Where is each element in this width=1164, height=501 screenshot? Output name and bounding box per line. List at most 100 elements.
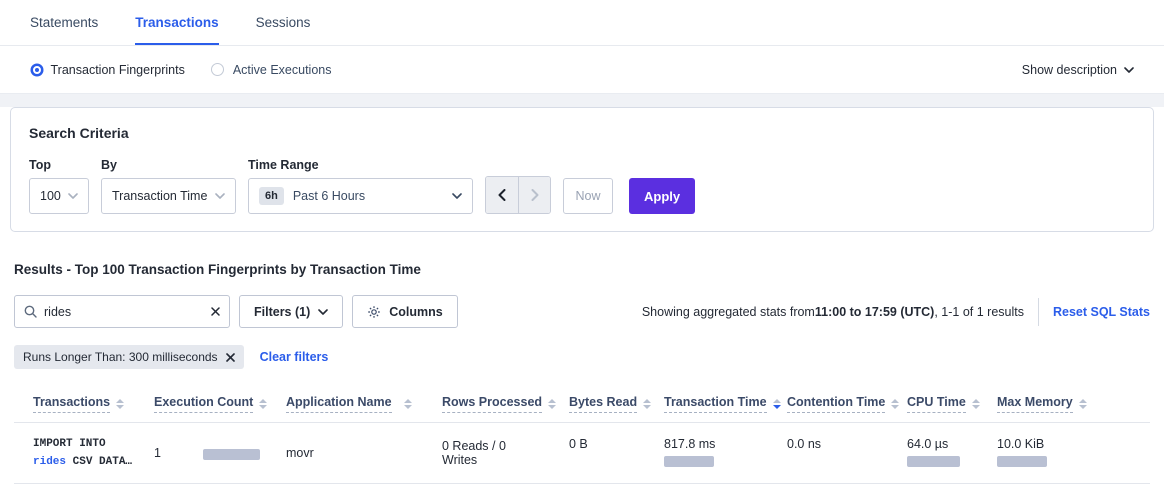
column-header-rows-processed[interactable]: Rows Processed: [424, 386, 551, 422]
column-header-transaction-time[interactable]: Transaction Time: [646, 386, 769, 422]
column-header-bytes-read[interactable]: Bytes Read: [551, 386, 646, 422]
cpu-time-value: 64.0 µs: [907, 437, 948, 451]
column-header-max-memory[interactable]: Max Memory: [979, 386, 1085, 422]
by-select-value: Transaction Time: [112, 189, 215, 203]
results-table: Transactions Execution Count Application…: [14, 386, 1150, 484]
radio-transaction-fingerprints[interactable]: Transaction Fingerprints: [30, 63, 185, 77]
time-range-select[interactable]: 6h Past 6 Hours: [248, 178, 473, 214]
table-header-row: Transactions Execution Count Application…: [14, 386, 1150, 423]
column-header-transactions[interactable]: Transactions: [14, 386, 136, 422]
chevron-down-icon: [318, 309, 328, 315]
tab-sessions[interactable]: Sessions: [256, 0, 311, 45]
bytes-read-value: 0 B: [569, 437, 588, 451]
clear-search-icon[interactable]: [211, 307, 220, 316]
cell-cpu-time: 64.0 µs: [889, 423, 979, 467]
column-header-application-name[interactable]: Application Name: [268, 386, 424, 422]
search-icon: [24, 305, 37, 318]
cpu-time-bar: [907, 456, 960, 467]
time-range-label: Time Range: [248, 158, 473, 172]
radio-unselected-icon: [211, 63, 224, 76]
execution-count-value: 1: [154, 446, 161, 460]
time-back-button[interactable]: [486, 177, 518, 213]
cell-transaction-fingerprint[interactable]: IMPORT INTO rides CSV DATA…: [14, 435, 136, 471]
filters-button[interactable]: Filters (1): [239, 295, 343, 328]
sort-icon: [116, 399, 124, 409]
gear-icon: [367, 305, 381, 319]
sort-icon: [404, 399, 412, 409]
clear-filters-link[interactable]: Clear filters: [260, 350, 329, 364]
transaction-time-bar: [664, 456, 714, 467]
top-field: Top 100: [29, 158, 89, 214]
by-select[interactable]: Transaction Time: [101, 178, 236, 214]
by-label: By: [101, 158, 236, 172]
column-header-contention-time[interactable]: Contention Time: [769, 386, 889, 422]
time-range-value: Past 6 Hours: [293, 189, 452, 203]
filter-chip: Runs Longer Than: 300 milliseconds: [14, 345, 244, 369]
cell-application-name: movr: [268, 446, 424, 460]
time-range-pager: [485, 176, 551, 214]
radio-selected-icon: [33, 66, 41, 74]
search-criteria-card: Search Criteria Top 100 By Transaction T…: [10, 107, 1154, 232]
active-filters-row: Runs Longer Than: 300 milliseconds Clear…: [14, 345, 1150, 369]
results-controls: Filters (1) Columns Showing aggregated s…: [14, 295, 1150, 328]
max-memory-value: 10.0 KiB: [997, 437, 1044, 451]
tab-transactions[interactable]: Transactions: [135, 0, 218, 45]
reset-sql-stats-link[interactable]: Reset SQL Stats: [1053, 305, 1150, 319]
search-box[interactable]: [14, 295, 230, 328]
stats-count: , 1-1 of 1 results: [934, 305, 1024, 319]
cell-contention-time: 0.0 ns: [769, 423, 889, 451]
cell-max-memory: 10.0 KiB: [979, 423, 1085, 467]
cell-rows-processed: 0 Reads / 0 Writes: [424, 439, 551, 467]
show-description-toggle[interactable]: Show description: [1022, 63, 1134, 77]
contention-time-value: 0.0 ns: [787, 437, 821, 451]
sql-line2-rest: CSV DATA…: [66, 456, 132, 468]
columns-label: Columns: [389, 305, 442, 319]
time-forward-button[interactable]: [518, 177, 550, 213]
top-label: Top: [29, 158, 89, 172]
chevron-down-icon: [1124, 67, 1134, 73]
search-criteria-title: Search Criteria: [29, 125, 1135, 141]
by-field: By Transaction Time: [101, 158, 236, 214]
results-heading: Results - Top 100 Transaction Fingerprin…: [14, 262, 1150, 277]
chevron-down-icon: [215, 193, 225, 199]
column-header-cpu-time[interactable]: CPU Time: [889, 386, 979, 422]
show-description-label: Show description: [1022, 63, 1117, 77]
table-row[interactable]: IMPORT INTO rides CSV DATA… 1 movr 0 Rea…: [14, 423, 1150, 484]
cell-transaction-time: 817.8 ms: [646, 423, 769, 467]
page-tabs: Statements Transactions Sessions: [0, 0, 1164, 46]
stats-prefix: Showing aggregated stats from: [642, 305, 815, 319]
sort-icon: [259, 399, 267, 409]
filters-label: Filters (1): [254, 305, 310, 319]
vertical-divider: [1038, 298, 1039, 326]
chevron-down-icon: [452, 193, 462, 199]
top-select[interactable]: 100: [29, 178, 89, 214]
tab-statements[interactable]: Statements: [30, 0, 98, 45]
column-header-execution-count[interactable]: Execution Count: [136, 386, 268, 422]
stats-range: 11:00 to 17:59 (UTC): [815, 305, 934, 319]
max-memory-bar: [997, 456, 1047, 467]
rows-processed-value: 0 Reads / 0 Writes: [442, 439, 506, 467]
application-name-value: movr: [286, 446, 314, 460]
radio-label: Active Executions: [233, 63, 332, 77]
search-input[interactable]: [44, 305, 211, 319]
radio-active-executions[interactable]: Active Executions: [211, 63, 332, 77]
view-toggle-bar: Transaction Fingerprints Active Executio…: [0, 46, 1164, 94]
remove-filter-icon[interactable]: [226, 353, 235, 362]
sql-keyword-match: rides: [33, 456, 66, 468]
cell-execution-count: 1: [136, 446, 268, 460]
apply-button[interactable]: Apply: [629, 178, 695, 214]
radio-label: Transaction Fingerprints: [51, 63, 185, 77]
sql-line1: IMPORT INTO: [33, 438, 106, 450]
now-button[interactable]: Now: [563, 178, 613, 214]
time-range-badge: 6h: [259, 187, 284, 205]
cell-bytes-read: 0 B: [551, 423, 646, 451]
sort-icon: [1079, 399, 1087, 409]
chevron-down-icon: [68, 193, 78, 199]
columns-button[interactable]: Columns: [352, 295, 457, 328]
transaction-time-value: 817.8 ms: [664, 437, 715, 451]
section-divider: [0, 94, 1164, 107]
filter-chip-label: Runs Longer Than: 300 milliseconds: [23, 350, 218, 364]
aggregated-stats: Showing aggregated stats from 11:00 to 1…: [642, 298, 1150, 326]
time-range-field: Time Range 6h Past 6 Hours: [248, 158, 473, 214]
top-select-value: 100: [40, 189, 68, 203]
